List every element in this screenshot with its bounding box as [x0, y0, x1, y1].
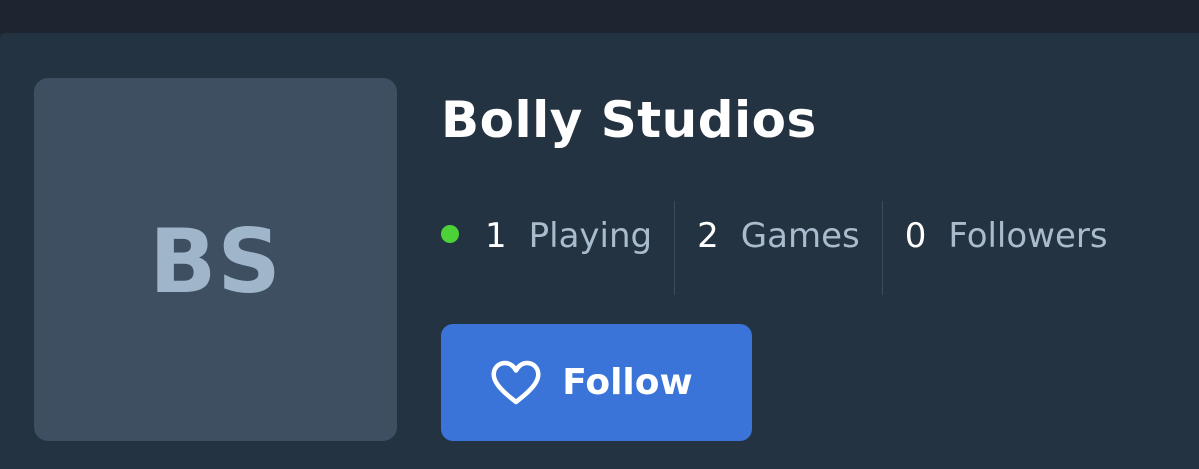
- heart-icon: [491, 360, 541, 404]
- group-profile-card: BS Bolly Studios 1 Playing 2 Games 0 Fol…: [0, 33, 1199, 469]
- avatar: BS: [34, 78, 397, 441]
- stat-playing: 1 Playing: [441, 201, 652, 271]
- stat-followers-label: Followers: [948, 216, 1108, 256]
- online-status-icon: [441, 225, 459, 243]
- divider: [674, 201, 676, 295]
- divider: [881, 201, 883, 295]
- stat-games[interactable]: 2 Games: [697, 201, 860, 271]
- top-bar: [0, 0, 1199, 33]
- stats-row: 1 Playing 2 Games 0 Followers: [441, 201, 1108, 295]
- page-title: Bolly Studios: [441, 91, 817, 149]
- stat-playing-value: 1: [485, 216, 507, 256]
- stat-followers-value: 0: [904, 216, 927, 256]
- stat-followers[interactable]: 0 Followers: [905, 201, 1108, 271]
- stat-games-value: 2: [697, 216, 719, 256]
- avatar-initials: BS: [149, 210, 282, 313]
- follow-button-label: Follow: [562, 362, 693, 403]
- stat-playing-label: Playing: [528, 216, 653, 256]
- stat-games-label: Games: [740, 216, 860, 256]
- follow-button[interactable]: Follow: [441, 324, 752, 441]
